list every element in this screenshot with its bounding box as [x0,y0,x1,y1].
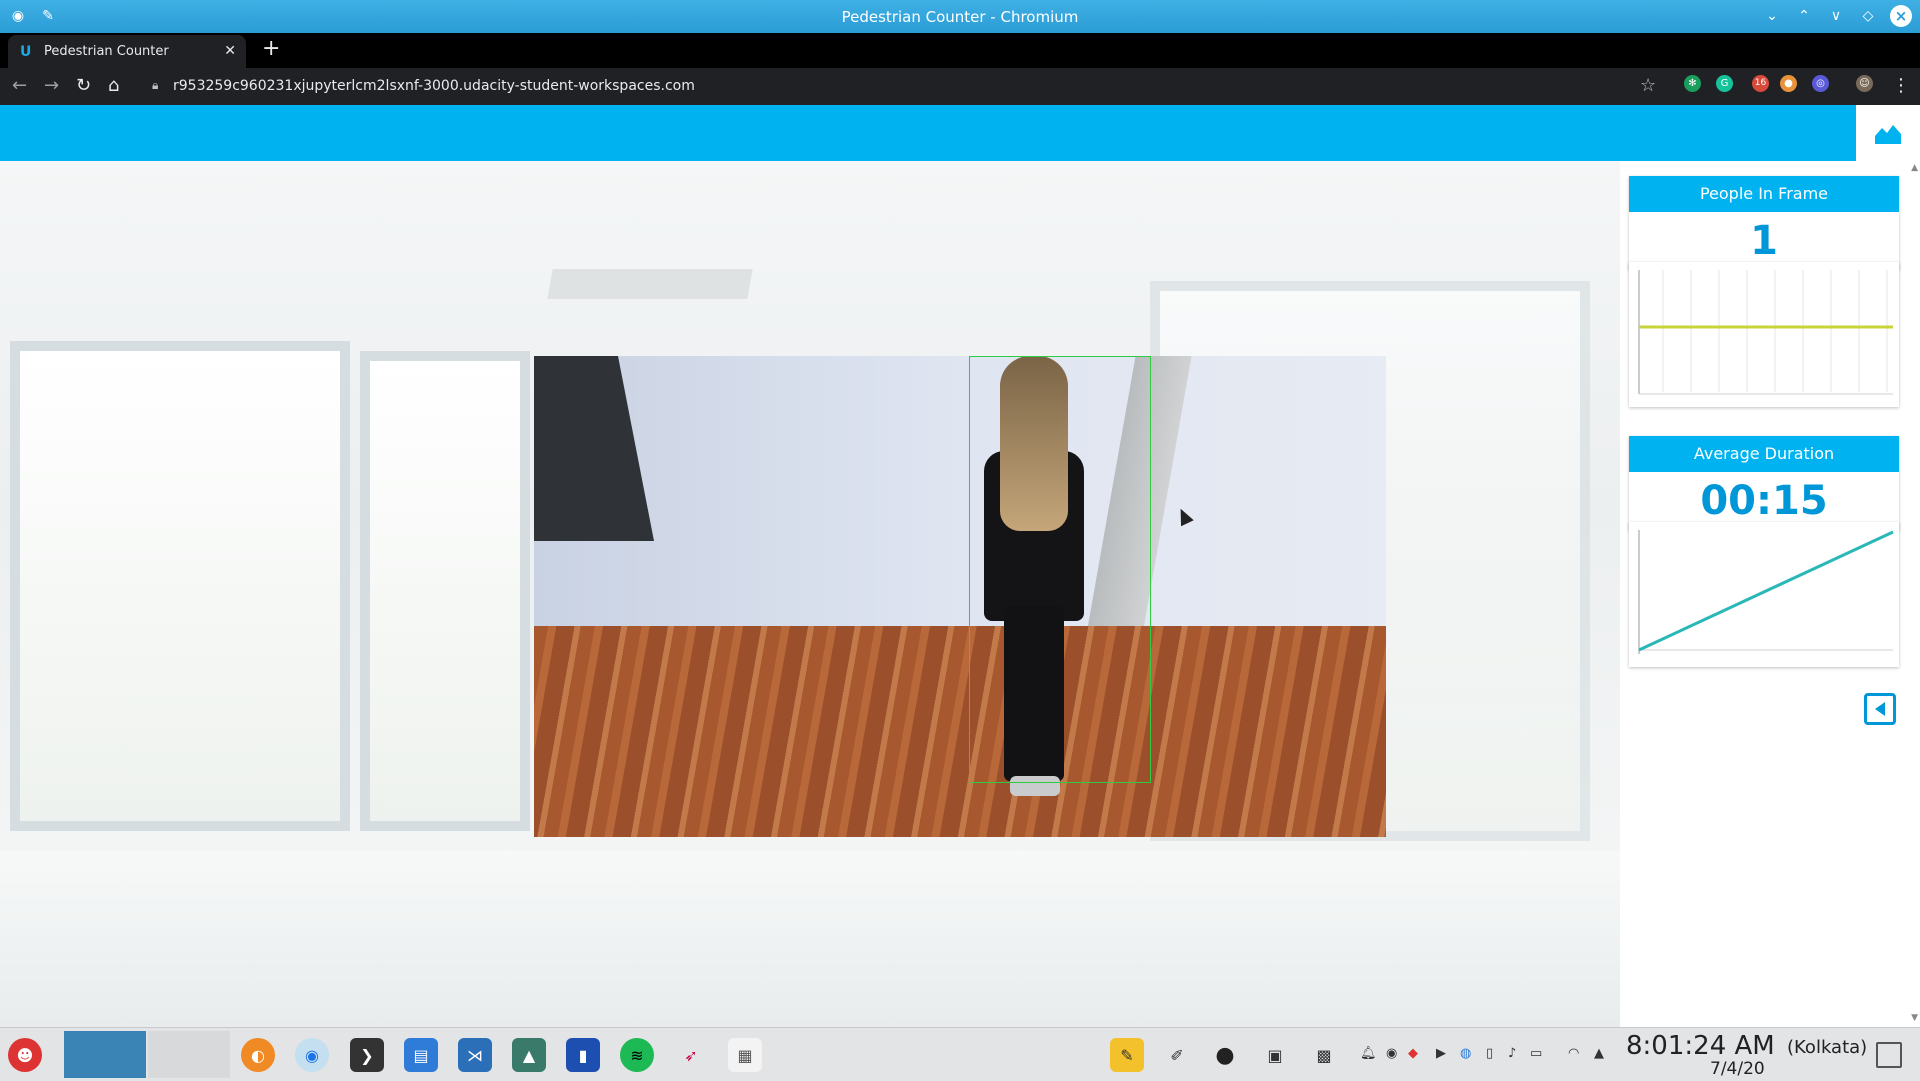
app-header-bar [0,105,1920,161]
volume-icon[interactable]: ♪ [1508,1046,1516,1061]
vscode-icon[interactable]: ⋊ [458,1038,492,1072]
average-duration-label: Average Duration [1629,436,1899,472]
extension-badge-icon[interactable]: 16 [1752,75,1769,92]
bookmark-star-icon[interactable]: ☆ [1640,75,1656,96]
kdeconnect-icon[interactable]: ▭ [1530,1046,1542,1061]
window-titlebar: ◉ ✎ Pedestrian Counter - Chromium ⌄ ⌃ ∨ … [0,0,1920,33]
cookie-icon[interactable]: ● [1780,75,1797,92]
rocket-launcher-icon[interactable]: ➶ [674,1038,708,1072]
collapse-panel-button[interactable] [1864,693,1896,725]
people-chart-card [1629,262,1899,407]
detection-bounding-box [969,356,1151,783]
average-duration-card: Average Duration 00:15 [1629,436,1899,530]
bg-floor [0,851,1620,1027]
video-feed [534,356,1386,837]
address-bar[interactable]: 🔒︎ r953259c960231xjupyterlcm2lsxnf-3000.… [138,72,1908,101]
text-editor-icon[interactable]: ▦ [728,1038,762,1072]
extension-circle-icon[interactable]: ◎ [1812,75,1829,92]
clock-time[interactable]: 8:01:24 AM [1626,1031,1775,1061]
spotify-icon[interactable]: ≋ [620,1038,654,1072]
minimize-icon[interactable]: ∨ [1826,6,1846,26]
tray-expand-icon[interactable]: ▲ [1594,1046,1604,1061]
page-content: People In Frame 1 Average Duration 00:15 [0,105,1920,1027]
app-menu-icon[interactable]: ☻ [8,1038,42,1072]
record-icon[interactable]: ● [1208,1038,1242,1072]
people-line-chart [1638,270,1893,395]
bg-window-left [10,341,350,831]
scroll-up-arrow-icon[interactable]: ▲ [1911,163,1918,173]
media-play-icon[interactable]: ▶ [1436,1046,1446,1061]
sticky-notes-icon[interactable]: ✎ [1110,1038,1144,1072]
chromium-taskbar-icon[interactable]: ◉ [295,1038,329,1072]
lock-icon: 🔒︎ [152,78,159,92]
clock-timezone[interactable]: (Kolkata) [1787,1037,1867,1058]
file-manager-icon[interactable]: ▤ [404,1038,438,1072]
virtual-desktop-1[interactable] [64,1031,146,1078]
people-in-frame-label: People In Frame [1629,176,1899,212]
tab-pedestrian-counter[interactable]: U Pedestrian Counter ✕ [8,35,246,68]
people-in-frame-card: People In Frame 1 [1629,176,1899,270]
reload-icon[interactable]: ↻ [76,76,91,96]
firefox-icon[interactable]: ◐ [241,1038,275,1072]
profile-avatar[interactable]: ☺ [1856,75,1873,92]
notifications-icon[interactable]: 🔔︎ [1360,1046,1377,1061]
wifi-icon[interactable]: ◠ [1568,1046,1579,1061]
browser-toolbar: ← → ↻ ⌂ 🔒︎ r953259c960231xjupyterlcm2lsx… [0,68,1920,105]
video-wall [534,356,1386,626]
stats-toggle-button[interactable] [1856,105,1920,161]
extension-butterfly-icon[interactable]: ✻ [1684,75,1701,92]
show-desktop-icon[interactable] [1876,1042,1902,1068]
scroll-down-arrow-icon[interactable]: ▼ [1911,1013,1918,1023]
window-title: Pedestrian Counter - Chromium [841,8,1079,26]
address-url[interactable]: r953259c960231xjupyterlcm2lsxnf-3000.uda… [173,78,695,94]
notebook-icon[interactable]: ▮ [566,1038,600,1072]
close-window-button[interactable]: × [1890,5,1912,27]
back-icon[interactable]: ← [12,76,27,96]
shade-down-icon[interactable]: ⌄ [1762,6,1782,26]
duration-chart-card [1629,522,1899,667]
color-picker-icon[interactable]: ✐ [1160,1038,1194,1072]
menu-kebab-icon[interactable]: ⋮ [1892,76,1910,96]
home-icon[interactable]: ⌂ [108,76,119,96]
caret-left-icon [1875,702,1885,716]
anydesk-icon[interactable]: ◆ [1408,1046,1418,1061]
clipboard-icon[interactable]: ▣ [1258,1038,1292,1072]
tab-strip: U Pedestrian Counter ✕ + [0,33,1920,68]
new-tab-button[interactable]: + [262,38,280,60]
battery-clipboard-icon[interactable]: ▯ [1486,1046,1493,1061]
maximize-icon[interactable]: ◇ [1858,6,1878,26]
qbittorrent-icon[interactable]: ◍ [1460,1046,1471,1061]
taskbar: ☻ ◐ ◉ ❯ ▤ ⋊ ▲ ▮ ≋ ➶ ▦ ✎ ✐ ● ▣ ▩ 🔔︎ ◉ ◆ ▶… [0,1027,1920,1081]
clock-date[interactable]: 7/4/20 [1710,1059,1765,1079]
terminal-icon[interactable]: ❯ [350,1038,384,1072]
shade-up-icon[interactable]: ⌃ [1794,6,1814,26]
grammarly-icon[interactable]: G [1716,75,1733,92]
forward-icon[interactable]: → [44,76,59,96]
ceiling-vent [547,269,753,299]
duration-line [1638,530,1894,652]
tab-close-icon[interactable]: ✕ [224,43,236,59]
duration-line-chart [1638,530,1894,654]
image-viewer-icon[interactable]: ▲ [512,1038,546,1072]
area-chart-icon [1875,125,1901,144]
virtual-desktop-2[interactable] [148,1031,230,1078]
udacity-favicon-icon: U [20,44,32,60]
tab-label: Pedestrian Counter [44,44,169,59]
calculator-icon[interactable]: ▩ [1307,1038,1341,1072]
bg-window-door [360,351,530,831]
updates-icon[interactable]: ◉ [1386,1046,1397,1061]
video-floor [534,626,1386,837]
